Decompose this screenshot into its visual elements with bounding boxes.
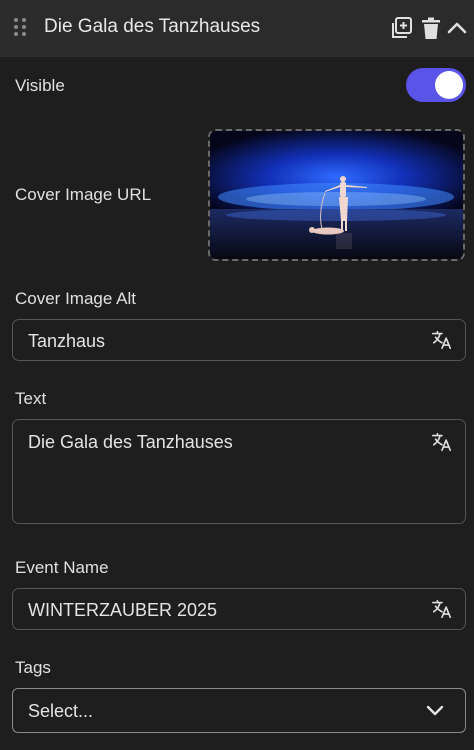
cover-image-preview[interactable] xyxy=(208,129,465,261)
visible-label: Visible xyxy=(15,76,65,95)
tags-select-placeholder: Select... xyxy=(28,701,94,721)
cover-image-url-label: Cover Image URL xyxy=(15,185,152,204)
translate-icon[interactable] xyxy=(431,329,453,351)
translate-icon[interactable] xyxy=(431,431,453,453)
cover-image-alt-value: Tanzhaus xyxy=(28,331,106,351)
chevron-down-icon xyxy=(426,705,444,716)
translate-icon[interactable] xyxy=(431,598,453,620)
cover-image-alt-label: Cover Image Alt xyxy=(15,289,136,308)
cover-image-alt-field[interactable]: Tanzhaus xyxy=(12,319,466,361)
trash-icon[interactable] xyxy=(418,15,444,41)
tags-select[interactable]: Select... xyxy=(12,688,466,733)
panel-header: Die Gala des Tanzhauses xyxy=(0,0,474,57)
text-area-value: Die Gala des Tanzhauses xyxy=(28,432,233,452)
drag-handle-icon[interactable] xyxy=(14,18,28,38)
text-area-field[interactable]: Die Gala des Tanzhauses xyxy=(12,419,466,524)
event-name-label: Event Name xyxy=(15,558,109,577)
event-name-field[interactable]: WINTERZAUBER 2025 xyxy=(12,588,466,630)
duplicate-icon[interactable] xyxy=(389,15,415,41)
visible-toggle[interactable] xyxy=(406,68,466,102)
collapse-chevron-up-icon[interactable] xyxy=(444,15,470,41)
panel-title: Die Gala des Tanzhauses xyxy=(44,16,261,37)
text-label: Text xyxy=(15,389,47,408)
toggle-knob xyxy=(435,71,463,99)
tags-label: Tags xyxy=(15,658,51,677)
event-name-value: WINTERZAUBER 2025 xyxy=(28,600,218,620)
dancers-stage-image xyxy=(210,131,463,259)
